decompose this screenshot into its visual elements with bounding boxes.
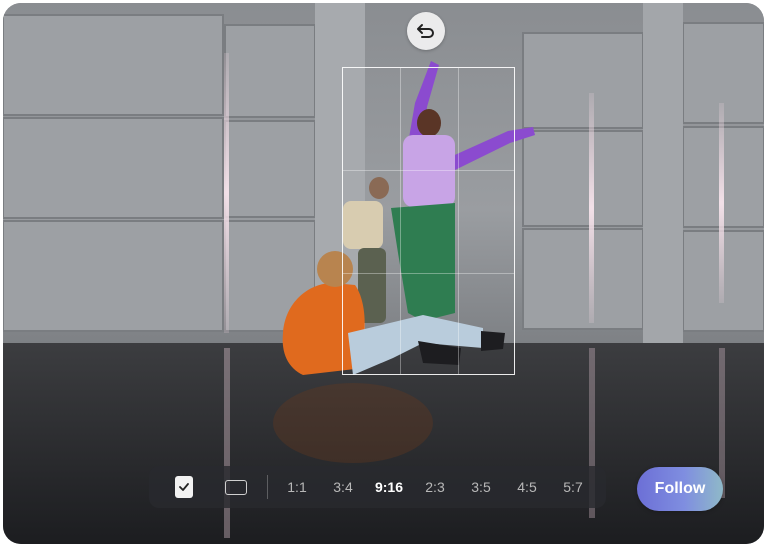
ratio-option-3-4[interactable]: 3:4: [320, 479, 366, 495]
ratio-option-2-3[interactable]: 2:3: [412, 479, 458, 495]
ratio-option-1-1[interactable]: 1:1: [274, 479, 320, 495]
ratio-option-5-7[interactable]: 5:7: [550, 479, 596, 495]
ratio-option-3-5[interactable]: 3:5: [458, 479, 504, 495]
undo-button[interactable]: [407, 12, 445, 50]
crop-grid-line: [400, 68, 401, 374]
crop-frame[interactable]: [342, 67, 515, 375]
aspect-ratio-toolbar: 1:1 3:4 9:16 2:3 3:5 4:5 5:7: [149, 466, 606, 508]
ratio-option-9-16[interactable]: 9:16: [366, 479, 412, 495]
toolbar-divider: [267, 475, 268, 499]
crop-grid-line: [343, 170, 514, 171]
crop-grid-line: [343, 273, 514, 274]
ratio-option-4-5[interactable]: 4:5: [504, 479, 550, 495]
crop-grid-line: [458, 68, 459, 374]
checkbox-button[interactable]: [175, 476, 193, 498]
video-preview: 1:1 3:4 9:16 2:3 3:5 4:5 5:7 Follow: [3, 3, 764, 544]
undo-arrow-icon: [417, 24, 434, 38]
frame-rectangle-icon[interactable]: [225, 479, 247, 495]
checkbox-checked-icon: [179, 483, 189, 491]
ratio-list: 1:1 3:4 9:16 2:3 3:5 4:5 5:7: [274, 479, 596, 495]
follow-button[interactable]: Follow: [637, 467, 723, 511]
